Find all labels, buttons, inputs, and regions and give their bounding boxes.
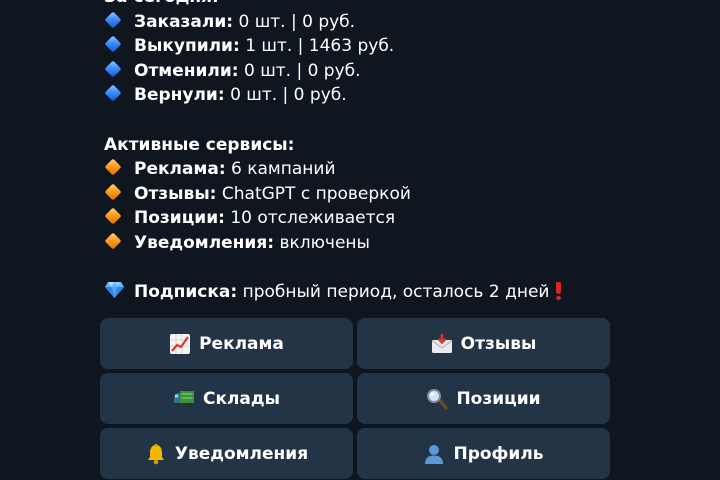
- stat-row-bought: Выкупили: 1 шт. | 1463 руб.: [104, 34, 614, 59]
- profile-button-label: Профиль: [453, 443, 544, 464]
- service-row-ads: Реклама: 6 кампаний: [104, 157, 614, 182]
- ads-button[interactable]: Реклама: [100, 318, 353, 369]
- incoming-envelope-icon: [431, 333, 453, 355]
- stat-label: Отменили:: [134, 60, 239, 81]
- service-row-notifications: Уведомления: включены: [104, 231, 614, 256]
- keyboard-row: Реклама Отзывы: [100, 318, 610, 369]
- subscription-value: пробный период, осталось 2 дней: [242, 282, 550, 303]
- service-row-reviews: Отзывы: ChatGPT с проверкой: [104, 182, 614, 207]
- today-heading: За сегодня:: [104, 0, 614, 10]
- service-value: ChatGPT с проверкой: [221, 183, 411, 204]
- blue-diamond-icon: [104, 36, 124, 54]
- stat-value: 1 шт. | 1463 руб.: [245, 36, 395, 57]
- subscription-row: Подписка: пробный период, осталось 2 дне…: [104, 280, 614, 305]
- positions-button-label: Позиции: [456, 388, 541, 409]
- service-label: Реклама:: [134, 159, 226, 180]
- profile-button[interactable]: Профиль: [357, 428, 610, 479]
- stat-value: 0 шт. | 0 руб.: [230, 85, 347, 106]
- service-value: включены: [279, 232, 370, 253]
- positions-button[interactable]: Позиции: [357, 373, 610, 424]
- bot-message: За сегодня: Заказали: 0 шт. | 0 руб. Вык…: [104, 0, 614, 305]
- bell-icon: [145, 443, 167, 465]
- keyboard-row: Уведомления Профиль: [100, 428, 610, 479]
- subscription-label: Подписка:: [134, 282, 238, 303]
- warehouses-button-label: Склады: [202, 388, 281, 409]
- user-silhouette-icon: [423, 443, 445, 465]
- service-value: 6 кампаний: [231, 159, 336, 180]
- ads-button-label: Реклама: [199, 333, 284, 354]
- service-label: Позиции:: [134, 208, 225, 229]
- blue-diamond-icon: [104, 85, 124, 103]
- stat-label: Заказали:: [134, 11, 234, 32]
- orange-diamond-icon: [104, 184, 124, 202]
- gem-icon: [104, 282, 124, 300]
- blue-diamond-icon: [104, 61, 124, 79]
- reviews-button[interactable]: Отзывы: [357, 318, 610, 369]
- magnifying-glass-icon: [426, 388, 449, 410]
- service-row-positions: Позиции: 10 отслеживается: [104, 206, 614, 231]
- stat-row-cancelled: Отменили: 0 шт. | 0 руб.: [104, 59, 614, 84]
- stat-label: Выкупили:: [134, 36, 240, 57]
- chart-increasing-icon: [169, 333, 191, 355]
- service-value: 10 отслеживается: [230, 208, 396, 229]
- notifications-button[interactable]: Уведомления: [100, 428, 353, 479]
- delivery-truck-icon: [173, 388, 195, 410]
- service-label: Уведомления:: [134, 232, 275, 253]
- keyboard-row: Склады Позиции: [100, 373, 610, 424]
- stat-value: 0 шт. | 0 руб.: [238, 11, 356, 32]
- service-label: Отзывы:: [134, 183, 217, 204]
- services-heading: Активные сервисы:: [104, 134, 295, 155]
- blue-diamond-icon: [104, 12, 124, 30]
- orange-diamond-icon: [104, 233, 124, 251]
- stat-row-ordered: Заказали: 0 шт. | 0 руб.: [104, 10, 614, 35]
- notifications-button-label: Уведомления: [174, 443, 309, 464]
- orange-diamond-icon: [104, 208, 124, 226]
- reviews-button-label: Отзывы: [460, 333, 537, 354]
- stat-value: 0 шт. | 0 руб.: [243, 60, 361, 81]
- orange-diamond-icon: [104, 159, 124, 177]
- inline-keyboard: Реклама Отзывы Склады Позиции Уведомлени…: [100, 318, 610, 480]
- stat-row-returned: Вернули: 0 шт. | 0 руб.: [104, 83, 614, 108]
- stat-label: Вернули:: [134, 85, 225, 106]
- red-exclamation-icon: [553, 282, 563, 301]
- warehouses-button[interactable]: Склады: [100, 373, 353, 424]
